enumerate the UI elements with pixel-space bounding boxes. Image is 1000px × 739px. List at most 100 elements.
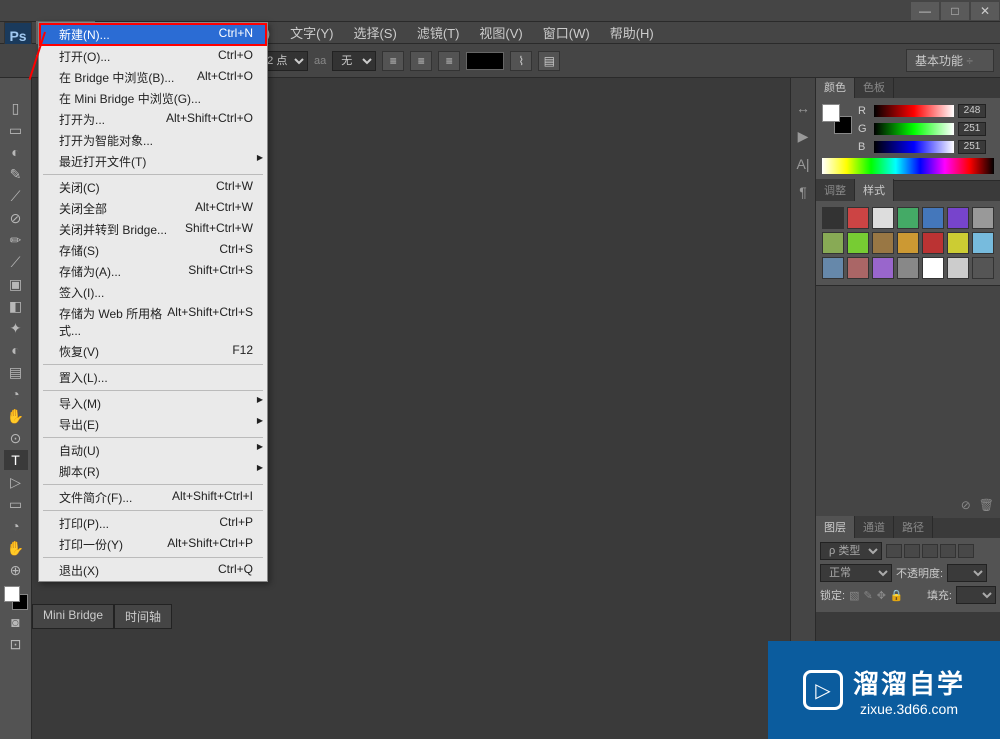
tool-8[interactable]: ▣ [4,274,28,294]
fill-select[interactable] [956,586,996,604]
tool-4[interactable]: ⟋ [4,186,28,206]
menu-item[interactable]: 关闭全部Alt+Ctrl+W [39,198,267,219]
tool-13[interactable]: ◔ [4,384,28,404]
trash-icon[interactable]: 🗑 [979,498,994,512]
menu-help[interactable]: 帮助(H) [602,21,662,44]
tab-styles[interactable]: 样式 [855,179,894,201]
tool-10[interactable]: ✦ [4,318,28,338]
style-swatch[interactable] [922,207,944,229]
tool-3[interactable]: ✎ [4,164,28,184]
dock-paragraph-icon[interactable]: ¶ [793,182,813,202]
tool-5[interactable]: ⊘ [4,208,28,228]
menu-window[interactable]: 窗口(W) [535,21,598,44]
style-swatch[interactable] [972,257,994,279]
menu-item[interactable]: 打开为...Alt+Shift+Ctrl+O [39,109,267,130]
maximize-button[interactable]: □ [941,2,969,20]
style-swatch[interactable] [922,232,944,254]
menu-view[interactable]: 视图(V) [471,21,530,44]
tab-paths[interactable]: 路径 [894,516,933,538]
tool-15[interactable]: ⊙ [4,428,28,448]
style-swatch[interactable] [872,207,894,229]
dock-history-icon[interactable]: ↔ [793,98,813,118]
tab-timeline[interactable]: 时间轴 [114,604,172,629]
menu-item[interactable]: 置入(L)... [39,367,267,388]
menu-type[interactable]: 文字(Y) [282,21,341,44]
screenmode-button[interactable]: ⊡ [4,634,28,654]
aa-select[interactable]: 无 [332,51,376,71]
menu-item[interactable]: 在 Mini Bridge 中浏览(G)... [39,88,267,109]
align-right-button[interactable]: ≡ [438,51,460,71]
character-panel-button[interactable]: ▤ [538,51,560,71]
tool-6[interactable]: ✏ [4,230,28,250]
filter-pixel-icon[interactable] [886,544,902,558]
menu-item[interactable]: 在 Bridge 中浏览(B)...Alt+Ctrl+O [39,67,267,88]
menu-select[interactable]: 选择(S) [345,21,404,44]
lock-transparency-icon[interactable]: ▧ [849,589,859,602]
menu-item[interactable]: 存储为 Web 所用格式...Alt+Shift+Ctrl+S [39,303,267,341]
menu-item[interactable]: 退出(X)Ctrl+Q [39,560,267,581]
g-slider[interactable] [874,123,954,135]
menu-item[interactable]: 新建(N)...Ctrl+N [39,23,267,46]
tool-16[interactable]: T [4,450,28,470]
style-swatch[interactable] [822,232,844,254]
style-swatch[interactable] [872,257,894,279]
style-swatch[interactable] [947,232,969,254]
style-swatch[interactable] [897,232,919,254]
r-value[interactable]: 248 [958,104,986,118]
menu-item[interactable]: 签入(I)... [39,282,267,303]
tool-2[interactable]: ◐ [4,142,28,162]
menu-item[interactable]: 打印(P)...Ctrl+P [39,513,267,534]
tab-layers[interactable]: 图层 [816,516,855,538]
text-color-swatch[interactable] [466,52,504,70]
dock-properties-icon[interactable]: ▶ [793,126,813,146]
tab-adjustments[interactable]: 调整 [816,179,855,201]
workspace-switcher[interactable]: 基本功能 ÷ [906,49,994,72]
tab-channels[interactable]: 通道 [855,516,894,538]
menu-item[interactable]: 关闭(C)Ctrl+W [39,177,267,198]
tab-swatches[interactable]: 色板 [855,76,894,98]
tool-21[interactable]: ⊕ [4,560,28,580]
menu-item[interactable]: 最近打开文件(T)▶ [39,151,267,172]
menu-filter[interactable]: 滤镜(T) [409,21,468,44]
b-slider[interactable] [874,141,954,153]
dock-character-icon[interactable]: A| [793,154,813,174]
tool-7[interactable]: ⟋ [4,252,28,272]
tool-19[interactable]: ◔ [4,516,28,536]
quickmask-button[interactable]: ◙ [4,612,28,632]
color-spectrum[interactable] [822,158,994,174]
style-swatch[interactable] [947,207,969,229]
b-value[interactable]: 251 [958,140,986,154]
minimize-button[interactable]: — [911,2,939,20]
tool-9[interactable]: ◧ [4,296,28,316]
lock-all-icon[interactable]: 🔒 [890,589,904,602]
menu-item[interactable]: 打开(O)...Ctrl+O [39,46,267,67]
style-swatch[interactable] [847,207,869,229]
style-swatch[interactable] [972,232,994,254]
menu-item[interactable]: 打开为智能对象... [39,130,267,151]
align-left-button[interactable]: ≡ [382,51,404,71]
tab-mini-bridge[interactable]: Mini Bridge [32,604,114,629]
fgbg-swatch[interactable] [4,586,28,610]
blend-mode-select[interactable]: 正常 [820,564,892,582]
filter-smart-icon[interactable] [958,544,974,558]
filter-adjust-icon[interactable] [904,544,920,558]
menu-item[interactable]: 存储(S)Ctrl+S [39,240,267,261]
style-swatch[interactable] [972,207,994,229]
filter-type-icon[interactable] [922,544,938,558]
r-slider[interactable] [874,105,954,117]
style-swatch[interactable] [822,207,844,229]
style-swatch[interactable] [897,207,919,229]
menu-item[interactable]: 导出(E)▶ [39,414,267,435]
style-swatch[interactable] [847,232,869,254]
tool-17[interactable]: ▷ [4,472,28,492]
tool-12[interactable]: ▤ [4,362,28,382]
lock-pixels-icon[interactable]: ✎ [863,589,872,602]
menu-item[interactable]: 自动(U)▶ [39,440,267,461]
menu-item[interactable]: 存储为(A)...Shift+Ctrl+S [39,261,267,282]
menu-item[interactable]: 导入(M)▶ [39,393,267,414]
style-swatch[interactable] [947,257,969,279]
style-swatch[interactable] [847,257,869,279]
lock-position-icon[interactable]: ✥ [877,589,886,602]
menu-item[interactable]: 脚本(R)▶ [39,461,267,482]
tool-1[interactable]: ▭ [4,120,28,140]
